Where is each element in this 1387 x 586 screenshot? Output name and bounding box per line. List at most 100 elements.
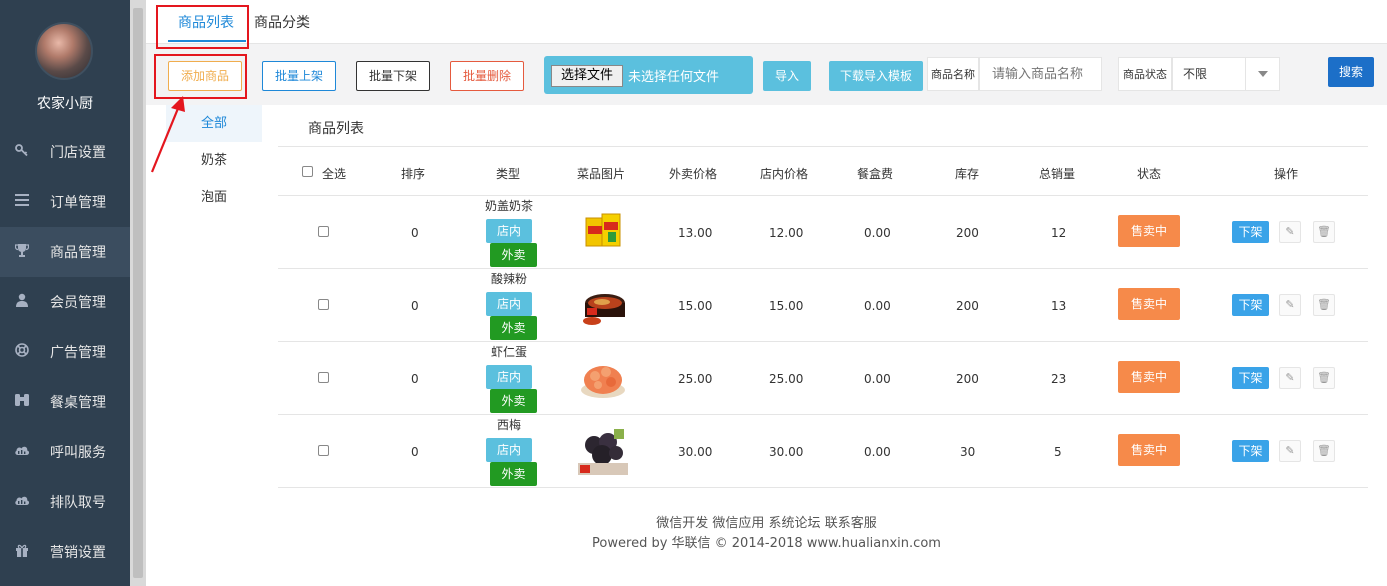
category-item-all[interactable]: 全部 [166,105,262,142]
category-item-noodles[interactable]: 泡面 [166,179,262,216]
row-box-fee: 0.00 [864,226,891,240]
sidebar-item-members[interactable]: 会员管理 [0,277,130,327]
unlist-button[interactable]: 下架 [1232,440,1269,462]
edit-button[interactable]: ✎ [1279,367,1301,389]
tag-takeout: 外卖 [490,243,537,267]
batch-unlist-button[interactable]: 批量下架 [356,61,430,91]
sidebar-item-tables[interactable]: 餐桌管理 [0,377,130,427]
status-badge[interactable]: 售卖中 [1118,288,1180,320]
row-dinein-price: 15.00 [769,299,804,313]
key-icon [12,143,32,161]
choose-file-button[interactable]: 选择文件 [551,65,623,87]
row-box-fee: 0.00 [864,445,891,459]
product-name: 酸辣粉 [490,272,527,286]
download-template-button[interactable]: 下载导入模板 [829,61,923,91]
pencil-icon: ✎ [1285,225,1295,238]
status-badge[interactable]: 售卖中 [1118,361,1180,393]
chevron-down-icon[interactable] [1245,58,1279,90]
trash-icon: 🗑 [1317,444,1331,457]
row-stock: 200 [956,299,979,313]
import-button[interactable]: 导入 [763,61,811,91]
status-badge[interactable]: 售卖中 [1118,215,1180,247]
row-takeout-price: 13.00 [678,226,713,240]
product-name-input[interactable] [979,57,1102,91]
sidebar-item-store-settings[interactable]: 门店设置 [0,127,130,177]
sidebar-item-label: 门店设置 [50,145,106,161]
product-status-select[interactable]: 不限 [1172,57,1280,91]
product-name: 奶盖奶茶 [484,199,533,213]
search-button[interactable]: 搜索 [1328,57,1374,87]
row-checkbox[interactable] [318,299,329,310]
highlight-box-add [154,54,247,99]
scrollbar[interactable] [130,0,146,586]
unlist-button[interactable]: 下架 [1232,294,1269,316]
th-actions: 操作 [1274,167,1299,181]
row-sort: 0 [411,226,419,240]
sidebar-item-label: 广告管理 [50,345,106,361]
milk-tea-image [578,206,628,256]
edit-button[interactable]: ✎ [1279,440,1301,462]
sidebar-item-label: 餐桌管理 [50,395,106,411]
tag-takeout: 外卖 [490,389,537,413]
footer-links[interactable]: 微信开发 微信应用 系统论坛 联系客服 [146,514,1387,534]
th-sales: 总销量 [1039,167,1076,181]
file-status-text: 未选择任何文件 [628,70,720,85]
table-row: 0 酸辣粉 店内 外卖 15.00 15.00 0.00 200 13 售卖中 … [278,269,1368,342]
row-stock: 200 [956,372,979,386]
delete-button[interactable]: 🗑 [1313,221,1335,243]
category-item-milk-tea[interactable]: 奶茶 [166,142,262,179]
main-content: 商品列表 商品分类 添加商品 批量上架 批量下架 批量删除 选择文件 未选择任何… [146,0,1387,586]
trash-icon: 🗑 [1317,298,1331,311]
row-sales: 23 [1051,372,1067,386]
delete-button[interactable]: 🗑 [1313,367,1335,389]
sidebar-item-products[interactable]: 商品管理 [0,227,130,277]
sidebar-item-marketing[interactable]: 营销设置 [0,527,130,577]
th-status: 状态 [1137,167,1162,181]
trash-icon: 🗑 [1317,225,1331,238]
scrollbar-thumb[interactable] [133,8,143,578]
th-dinein-price: 店内价格 [760,167,809,181]
table-header: 全选 排序 类型 菜品图片 外卖价格 店内价格 餐盒费 库存 总销量 状态 操作 [278,146,1368,196]
product-name: 虾仁蛋 [490,345,527,359]
sidebar-item-label: 呼叫服务 [50,445,106,461]
sidebar-item-queue[interactable]: 排队取号 [0,477,130,527]
th-box-fee: 餐盒费 [857,167,894,181]
delete-button[interactable]: 🗑 [1313,294,1335,316]
gift-icon [12,543,32,561]
row-sales: 12 [1051,226,1067,240]
row-takeout-price: 30.00 [678,445,713,459]
batch-list-button[interactable]: 批量上架 [262,61,336,91]
unlist-button[interactable]: 下架 [1232,221,1269,243]
th-takeout-price: 外卖价格 [669,167,718,181]
row-checkbox[interactable] [318,226,329,237]
cloud-icon [12,494,32,510]
user-icon [12,293,32,311]
select-all-checkbox[interactable] [302,166,313,177]
table-row: 0 奶盖奶茶 店内 外卖 13.00 12.00 0.00 200 12 售卖中… [278,196,1368,269]
tab-product-category[interactable]: 商品分类 [254,12,310,32]
sidebar-item-label: 订单管理 [50,195,106,211]
tag-dine-in: 店内 [486,219,532,243]
row-checkbox[interactable] [318,372,329,383]
sidebar-nav: 门店设置 订单管理 商品管理 会员管理 广告管理 餐桌管理 呼叫服务 排队取号 … [0,127,130,577]
sidebar-item-call-service[interactable]: 呼叫服务 [0,427,130,477]
shrimp-egg-image [578,352,628,402]
edit-button[interactable]: ✎ [1279,221,1301,243]
row-stock: 30 [960,445,976,459]
sidebar-item-orders[interactable]: 订单管理 [0,177,130,227]
row-dinein-price: 30.00 [769,445,804,459]
batch-delete-button[interactable]: 批量删除 [450,61,524,91]
tag-dine-in: 店内 [486,365,532,389]
edit-button[interactable]: ✎ [1279,294,1301,316]
delete-button[interactable]: 🗑 [1313,440,1335,462]
unlist-button[interactable]: 下架 [1232,367,1269,389]
list-title: 商品列表 [308,121,364,137]
sidebar: 农家小厨 门店设置 订单管理 商品管理 会员管理 广告管理 餐桌管理 呼叫服务 … [0,0,130,586]
pencil-icon: ✎ [1285,371,1295,384]
row-box-fee: 0.00 [864,299,891,313]
status-badge[interactable]: 售卖中 [1118,434,1180,466]
sidebar-item-ads[interactable]: 广告管理 [0,327,130,377]
trophy-icon [12,243,32,261]
row-takeout-price: 15.00 [678,299,713,313]
row-checkbox[interactable] [318,445,329,456]
